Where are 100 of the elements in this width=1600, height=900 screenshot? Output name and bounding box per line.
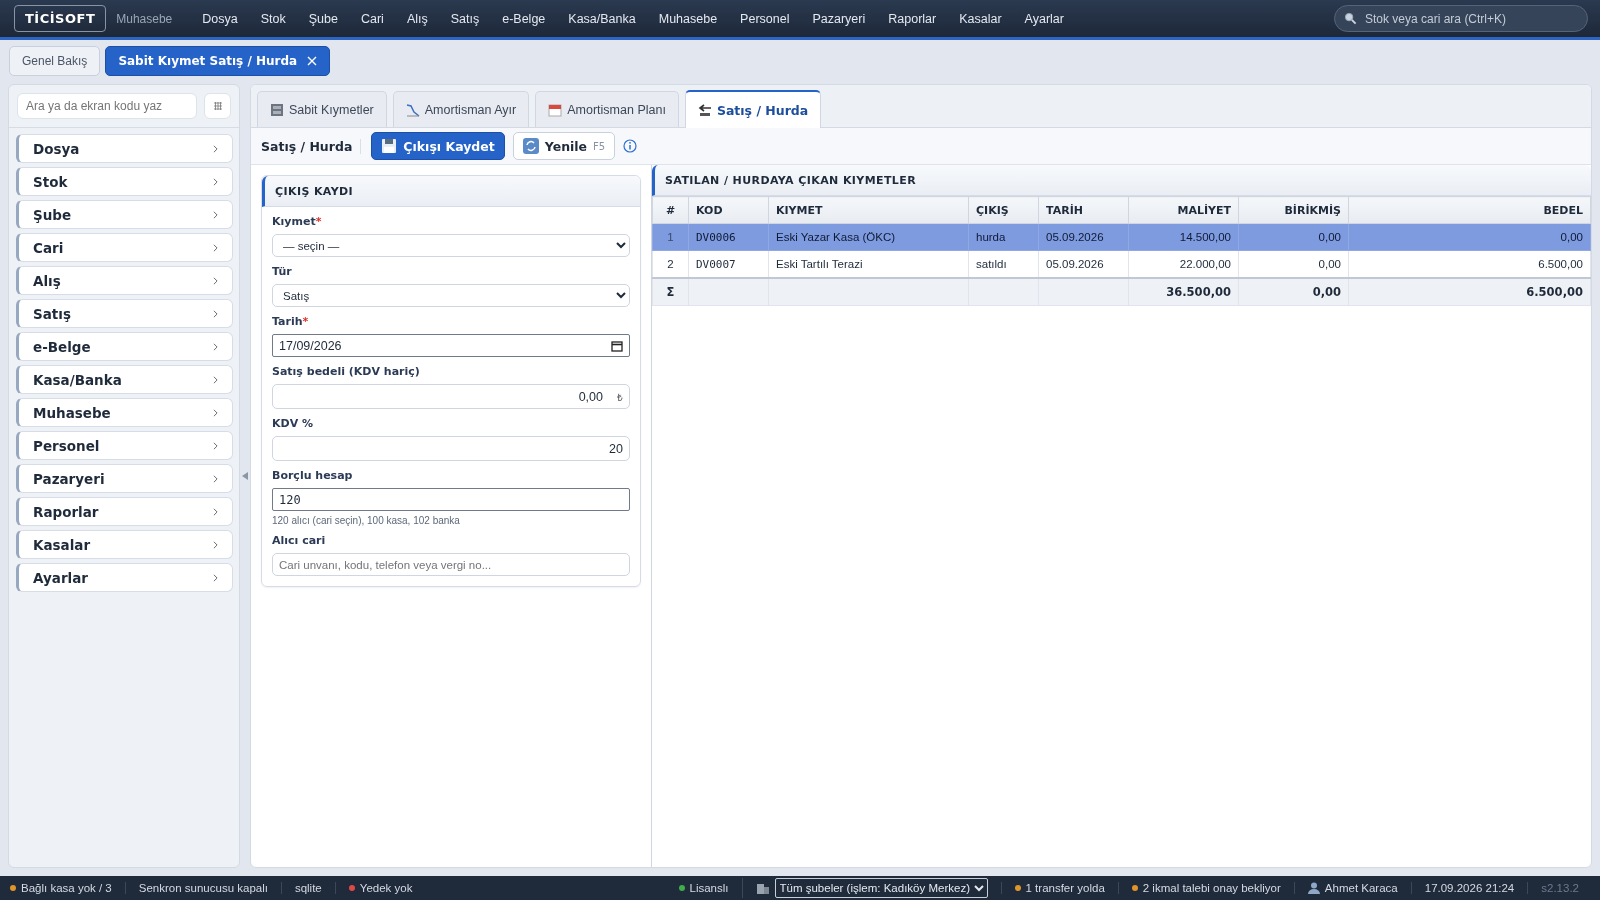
menu-item[interactable]: e-Belge bbox=[502, 11, 546, 26]
dropdown[interactable]: — seçin — bbox=[272, 234, 630, 257]
building-icon bbox=[755, 882, 770, 894]
table-cell: 1 bbox=[652, 223, 689, 251]
sidebar-item[interactable]: Kasalar bbox=[16, 530, 233, 559]
menu-item[interactable]: Cari bbox=[360, 11, 384, 26]
chevron-icon bbox=[213, 507, 218, 516]
collapse-icon[interactable] bbox=[242, 472, 248, 480]
sidebar-item[interactable]: Kasa/Banka bbox=[16, 365, 233, 394]
status-text: 1 transfer yolda bbox=[1025, 882, 1105, 894]
table-cell: Eski Yazar Kasa (ÖKC) bbox=[768, 223, 969, 251]
column-header[interactable]: BİRİKMİŞ bbox=[1238, 196, 1349, 224]
sidebar-item[interactable]: Satış bbox=[16, 299, 233, 328]
table-cell: 14.500,00 bbox=[1128, 223, 1239, 251]
tab[interactable]: Amortisman Planı bbox=[535, 91, 679, 127]
table-cell: DV0006 bbox=[688, 223, 769, 251]
chevron-icon bbox=[213, 540, 218, 549]
column-header[interactable]: ÇIKIŞ bbox=[968, 196, 1039, 224]
total-cell: 6.500,00 bbox=[1526, 285, 1583, 299]
card-header: ÇIKIŞ KAYDI bbox=[262, 176, 640, 207]
menu-item[interactable]: Ayarlar bbox=[1024, 11, 1064, 26]
chevron-icon bbox=[213, 375, 218, 384]
chevron-icon bbox=[213, 243, 218, 252]
close-icon[interactable] bbox=[307, 56, 318, 66]
column-header[interactable]: # bbox=[652, 196, 689, 224]
column-header[interactable]: KIYMET bbox=[768, 196, 969, 224]
column-header[interactable]: TARİH bbox=[1038, 196, 1129, 224]
user-icon bbox=[1307, 882, 1320, 894]
field-label: KDV % bbox=[272, 417, 315, 430]
menu-item[interactable]: Raporlar bbox=[888, 11, 937, 26]
menu-item[interactable]: Satış bbox=[450, 11, 480, 26]
column-header[interactable]: KOD bbox=[688, 196, 769, 224]
status-text: 17.09.2026 21:24 bbox=[1424, 882, 1515, 894]
sidebar-item[interactable]: Şube bbox=[16, 200, 233, 229]
card-header: SATILAN / HURDAYA ÇIKAN KIYMETLER bbox=[652, 165, 1591, 196]
input-field[interactable]: 20 bbox=[272, 436, 630, 461]
chevron-icon bbox=[213, 210, 218, 219]
input-field[interactable]: 120 bbox=[272, 488, 630, 511]
sidebar-item[interactable]: Personel bbox=[16, 431, 233, 460]
column-header[interactable]: BEDEL bbox=[1348, 196, 1591, 224]
field-label: Satış bedeli (KDV hariç) bbox=[272, 365, 421, 378]
menu-item[interactable]: Kasalar bbox=[959, 11, 1002, 26]
cabinet-icon bbox=[270, 102, 284, 117]
menu-item[interactable]: Dosya bbox=[202, 11, 238, 26]
status-text: sqlite bbox=[294, 882, 322, 894]
sidebar-item[interactable]: Dosya bbox=[16, 134, 233, 163]
tab[interactable]: Amortisman Ayır bbox=[392, 91, 530, 127]
search-field[interactable]: Stok veya cari ara (Ctrl+K) bbox=[1334, 5, 1588, 32]
grid-button[interactable] bbox=[204, 93, 231, 119]
menu-item[interactable]: Şube bbox=[308, 11, 338, 26]
status-text: Yedek yok bbox=[359, 882, 413, 894]
sidebar-item[interactable]: Raporlar bbox=[16, 497, 233, 526]
column-header[interactable]: MALİYET bbox=[1128, 196, 1239, 224]
branch-dropdown[interactable]: Tüm şubeler (işlem: Kadıköy Merkez) bbox=[774, 878, 988, 898]
tab[interactable]: Sabit Kıymetler bbox=[257, 91, 387, 127]
table-cell: 05.09.2026 bbox=[1038, 223, 1129, 251]
declining-line-icon bbox=[405, 102, 420, 117]
status-text: Bağlı kasa yok / 3 bbox=[21, 882, 112, 894]
menu-item[interactable]: Muhasebe bbox=[658, 11, 718, 26]
dropdown[interactable]: Satış bbox=[272, 284, 630, 307]
sidebar-item[interactable]: Cari bbox=[16, 233, 233, 262]
sidebar-item[interactable]: Ayarlar bbox=[16, 563, 233, 592]
status-text: Lisanslı bbox=[689, 882, 729, 894]
chevron-icon bbox=[213, 408, 218, 417]
total-cell: 0,00 bbox=[1312, 285, 1341, 299]
date-field[interactable]: 17/09/2026 bbox=[272, 334, 630, 357]
save-button[interactable]: Çıkışı Kaydet bbox=[371, 132, 505, 160]
field-label: Borçlu hesap bbox=[272, 469, 354, 482]
table-cell: hurda bbox=[968, 223, 1039, 251]
document-tab[interactable]: Sabit Kıymet Satış / Hurda bbox=[105, 46, 331, 76]
menu-item[interactable]: Pazaryeri bbox=[812, 11, 866, 26]
table-row[interactable]: 1 DV0006 Eski Yazar Kasa (ÖKC) hurda 05.09.2026 14.500,00 0,00 0,00 bbox=[652, 223, 1591, 251]
status-text: Senkron sunucusu kapalı bbox=[138, 882, 268, 894]
field-label: Tarih* bbox=[272, 315, 310, 328]
document-tab[interactable]: Genel Bakış bbox=[9, 46, 101, 76]
chevron-icon bbox=[213, 144, 218, 153]
info-icon[interactable] bbox=[623, 139, 638, 153]
total-cell: 36.500,00 bbox=[1166, 285, 1231, 299]
menu-item[interactable]: Stok bbox=[260, 11, 286, 26]
sum-symbol: Σ bbox=[666, 285, 675, 299]
sidebar-item[interactable]: Alış bbox=[16, 266, 233, 295]
user-name[interactable]: Ahmet Karaca bbox=[1324, 882, 1398, 894]
menu-item[interactable]: Kasa/Banka bbox=[568, 11, 636, 26]
brand-logo[interactable]: TİCİSOFT bbox=[14, 5, 107, 32]
arrow-icon bbox=[697, 103, 712, 117]
chevron-icon bbox=[213, 474, 218, 483]
sidebar-item[interactable]: Pazaryeri bbox=[16, 464, 233, 493]
refresh-button[interactable]: Yenile F5 bbox=[512, 132, 616, 160]
menu-item[interactable]: Alış bbox=[406, 11, 428, 26]
sidebar-item[interactable]: Muhasebe bbox=[16, 398, 233, 427]
field-label: Kıymet* bbox=[272, 215, 323, 228]
module-name: Muhasebe bbox=[116, 11, 173, 26]
amount-field[interactable]: 0,00 ₺ bbox=[272, 384, 630, 409]
chevron-icon bbox=[213, 276, 218, 285]
tab[interactable]: Satış / Hurda bbox=[684, 90, 822, 128]
sidebar-item[interactable]: Stok bbox=[16, 167, 233, 196]
calendar-icon[interactable] bbox=[611, 339, 623, 352]
sidebar-item[interactable]: e-Belge bbox=[16, 332, 233, 361]
status-text: 2 ikmal talebi onay bekliyor bbox=[1142, 882, 1281, 894]
menu-item[interactable]: Personel bbox=[740, 11, 790, 26]
